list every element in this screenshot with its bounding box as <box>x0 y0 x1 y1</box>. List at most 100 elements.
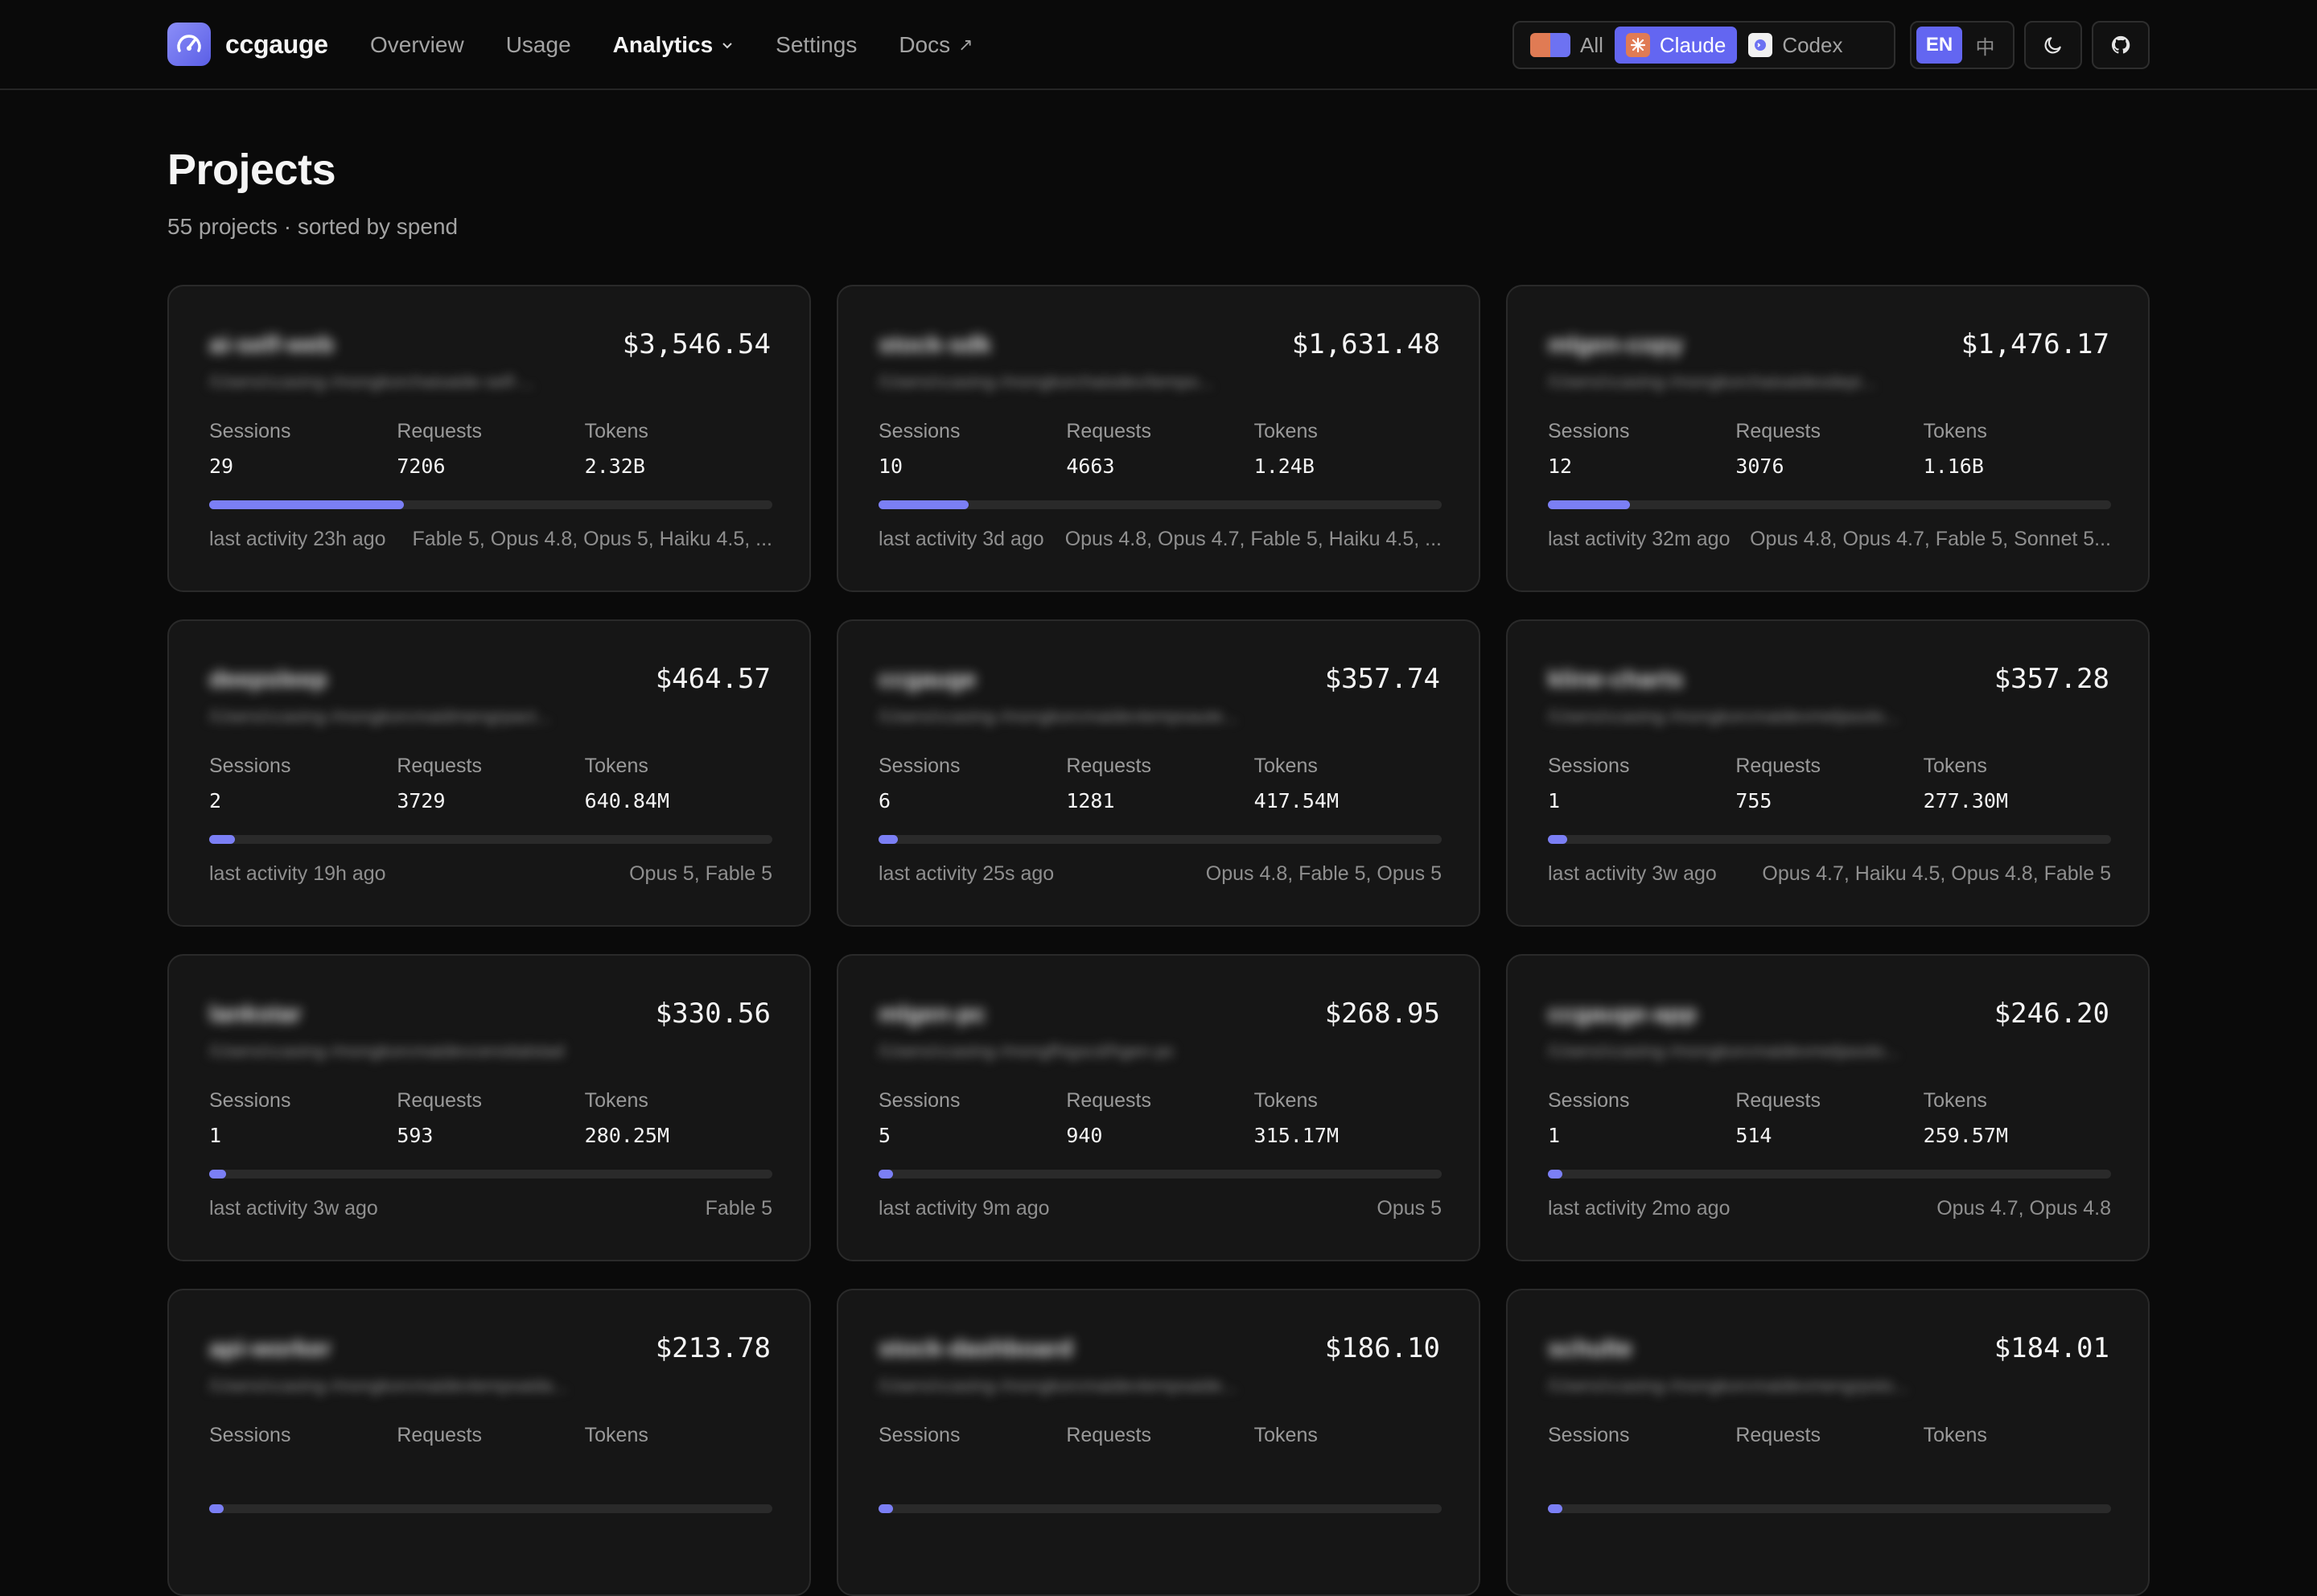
stat-sessions-value: 6 <box>879 789 891 812</box>
project-stats: Sessions 1 Requests 755 Tokens 277.30M <box>1548 755 2111 812</box>
project-path: /Users/ccasing-/mongkorcmaidevcensitalst… <box>209 1041 565 1061</box>
last-activity: last activity 23h ago <box>209 528 386 550</box>
project-card[interactable]: schulte /Users/ccasing-/mongkorcmaidevme… <box>1506 1289 2150 1596</box>
stat-requests-value: 3076 <box>1735 455 1784 478</box>
stat-sessions-value: 5 <box>879 1124 891 1147</box>
project-card[interactable]: ai-self-web /Users/ccasing-/mongkorchais… <box>167 285 811 592</box>
stat-tokens-value: 2.32B <box>584 455 645 478</box>
spend-bar <box>879 1170 1442 1178</box>
project-card[interactable]: deepsleep /Users/ccasing-/mongkorcmaidme… <box>167 619 811 927</box>
spend-bar-fill <box>1548 500 1630 509</box>
last-activity: last activity 3d ago <box>879 528 1044 550</box>
project-stats: Sessions Requests Tokens <box>209 1424 772 1458</box>
spend-bar-fill <box>209 835 235 844</box>
stat-sessions: Sessions <box>209 1424 397 1458</box>
models-used: Fable 5 <box>705 1197 772 1220</box>
project-name: kline-charts <box>1548 666 1684 693</box>
nav-analytics[interactable]: Analytics <box>613 32 735 58</box>
nav-overview[interactable]: Overview <box>370 32 464 58</box>
spend-bar-fill <box>1548 1504 1562 1513</box>
nav-analytics-label: Analytics <box>612 32 714 57</box>
stat-sessions: Sessions <box>1548 1424 1735 1458</box>
source-claude-label: Claude <box>1659 32 1726 57</box>
project-footer: last activity 32m ago Opus 4.8, Opus 4.7… <box>1548 528 2111 551</box>
github-button[interactable] <box>2092 21 2150 69</box>
stat-tokens: Tokens 280.25M <box>585 1089 772 1147</box>
stat-sessions-label: Sessions <box>879 1424 961 1446</box>
stat-tokens: Tokens <box>585 1424 772 1458</box>
stat-sessions-label: Sessions <box>1548 1424 1630 1446</box>
stat-tokens: Tokens <box>1924 1424 2111 1458</box>
spend-bar-fill <box>209 500 404 509</box>
spend-bar <box>1548 1504 2111 1513</box>
stat-requests-label: Requests <box>1066 420 1151 442</box>
source-claude-button[interactable]: Claude <box>1614 27 1738 64</box>
stat-tokens-label: Tokens <box>1923 420 1987 442</box>
source-all-button[interactable]: All <box>1519 27 1615 64</box>
lang-zh-button[interactable]: 中 <box>1962 27 2008 64</box>
project-footer: last activity 2mo ago Opus 4.7, Opus 4.8 <box>1548 1197 2111 1220</box>
gauge-logo-icon <box>167 23 211 66</box>
project-footer: last activity 9m ago Opus 5 <box>879 1197 1442 1220</box>
project-card[interactable]: stock-dashboard /Users/ccasing-/mongkorc… <box>837 1289 1480 1596</box>
project-cost: $330.56 <box>655 998 771 1030</box>
claude-icon <box>1625 33 1650 57</box>
stat-requests-value: 7206 <box>397 455 446 478</box>
project-cost: $186.10 <box>1324 1332 1440 1364</box>
theme-toggle-button[interactable] <box>2024 21 2082 69</box>
source-codex-button[interactable]: Codex <box>1737 27 1854 64</box>
stat-requests-label: Requests <box>397 1089 482 1112</box>
nav-settings[interactable]: Settings <box>776 32 857 58</box>
stat-requests-value: 3729 <box>397 789 446 812</box>
project-stats: Sessions 29 Requests 7206 Tokens 2.32B <box>209 420 772 478</box>
stat-tokens: Tokens 2.32B <box>585 420 772 478</box>
project-footer: last activity 3w ago Opus 4.7, Haiku 4.5… <box>1548 862 2111 886</box>
lang-en-button[interactable]: EN <box>1916 27 1962 64</box>
stat-tokens-label: Tokens <box>1923 1424 1987 1446</box>
spend-bar-fill <box>1548 1170 1562 1178</box>
project-name: deepsleep <box>209 666 327 693</box>
last-activity: last activity 19h ago <box>209 862 386 885</box>
nav-usage[interactable]: Usage <box>506 32 571 58</box>
external-link-icon: ↗ <box>958 35 973 55</box>
spend-bar <box>1548 1170 2111 1178</box>
project-card[interactable]: mlgen-copy /Users/ccasing-/mongkorchaisa… <box>1506 285 2150 592</box>
stat-sessions-value: 12 <box>1548 455 1573 478</box>
project-card[interactable]: stock-sdk /Users/ccasing-/mongkorchaisde… <box>837 285 1480 592</box>
stat-requests-value: 1281 <box>1066 789 1115 812</box>
spend-bar <box>1548 835 2111 844</box>
stat-tokens-label: Tokens <box>584 1424 648 1446</box>
stat-tokens: Tokens 1.16B <box>1924 420 2111 478</box>
project-card[interactable]: api-worker /Users/ccasing-/mongkorcmaide… <box>167 1289 811 1596</box>
project-card[interactable]: lankstar /Users/ccasing-/mongkorcmaidevc… <box>167 954 811 1261</box>
project-card[interactable]: kline-charts /Users/ccasing-/mongkorcmai… <box>1506 619 2150 927</box>
project-cost: $357.74 <box>1324 663 1440 695</box>
last-activity: last activity 9m ago <box>879 1197 1050 1220</box>
stat-requests-value: 4663 <box>1066 455 1115 478</box>
spend-bar <box>209 500 772 509</box>
nav-docs[interactable]: Docs ↗ <box>899 32 973 58</box>
stat-tokens: Tokens 640.84M <box>585 755 772 812</box>
project-name: stock-sdk <box>879 331 992 358</box>
spend-bar-fill <box>879 1170 894 1178</box>
stat-sessions: Sessions 29 <box>209 420 397 478</box>
stat-requests: Requests 593 <box>397 1089 584 1147</box>
stat-tokens-value: 417.54M <box>1253 789 1340 812</box>
project-name: mlgen-copy <box>1548 331 1684 358</box>
stat-sessions-label: Sessions <box>1548 755 1630 777</box>
project-path: /Users/ccasing-/mongkorcmaidmengrpact... <box>209 706 551 726</box>
models-used: Opus 5, Fable 5 <box>629 862 772 885</box>
stat-tokens-value: 277.30M <box>1923 789 2009 812</box>
project-stats: Sessions 2 Requests 3729 Tokens 640.84M <box>209 755 772 812</box>
project-stats: Sessions 5 Requests 940 Tokens 315.17M <box>879 1089 1442 1147</box>
brand[interactable]: ccgauge <box>167 23 328 66</box>
stat-requests: Requests 940 <box>1066 1089 1253 1147</box>
stat-sessions-label: Sessions <box>879 420 961 442</box>
stat-requests-value: 755 <box>1735 789 1772 812</box>
project-cost: $1,631.48 <box>1291 328 1440 360</box>
project-card[interactable]: mlgen-pc /Users/ccasing-/mongfhigscd/hge… <box>837 954 1480 1261</box>
spend-bar-fill <box>209 1504 224 1513</box>
project-card[interactable]: ccgauge-app /Users/ccasing-/mongkorcmaid… <box>1506 954 2150 1261</box>
project-card[interactable]: ccgauge /Users/ccasing-/mongkorcmaidevte… <box>837 619 1480 927</box>
project-name: stock-dashboard <box>879 1335 1073 1362</box>
